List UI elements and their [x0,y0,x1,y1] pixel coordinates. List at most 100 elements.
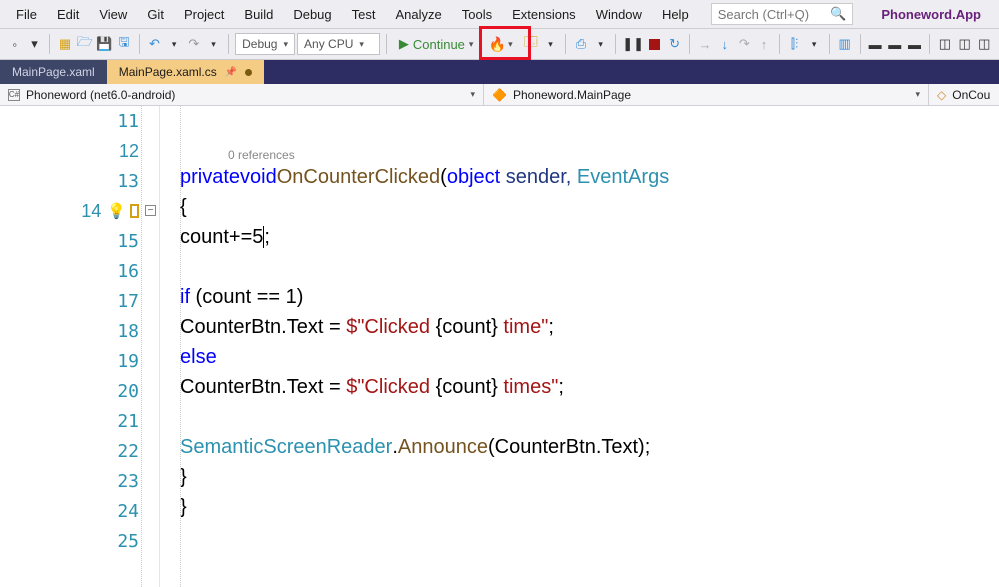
pin-icon[interactable]: 📌 [225,67,237,78]
chevron-down-icon: ▾ [470,89,475,100]
layout2-button[interactable]: ▬ [886,33,904,55]
undo-dd[interactable]: ▾ [165,33,183,55]
new-project-button[interactable]: ▦ [56,33,74,55]
menu-view[interactable]: View [89,3,137,26]
separator [386,34,387,54]
step-into-button[interactable]: ↓ [716,33,734,55]
menu-bar: File Edit View Git Project Build Debug T… [0,0,999,28]
code-line: } [160,462,999,492]
menu-window[interactable]: Window [586,3,652,26]
separator [49,34,50,54]
csharp-icon: C# [8,89,20,101]
menu-git[interactable]: Git [137,3,174,26]
window2-button[interactable]: ◫ [956,33,974,55]
breadcrumb-class[interactable]: 🔶 Phoneword.MainPage ▾ [484,84,929,105]
step-next-button[interactable]: → [696,33,714,55]
menu-edit[interactable]: Edit [47,3,89,26]
class-icon: 🔶 [492,88,507,102]
code-line: private void OnCounterClicked(object sen… [160,162,999,192]
chevron-down-icon: ▾ [508,39,513,50]
tab-label: MainPage.xaml [12,65,95,79]
separator [860,34,861,54]
step-over-button[interactable]: ↷ [736,33,754,55]
search-placeholder: Search (Ctrl+Q) [718,7,809,22]
live-tree-dd[interactable]: ▾ [805,33,823,55]
chevron-down-icon: ▾ [915,89,920,100]
code-line [160,522,999,552]
line-number: 20 [0,376,159,406]
method-icon: ◇ [937,88,946,102]
project-selector[interactable]: Phoneword.App [869,7,993,22]
nav-back-button[interactable]: ◦ [6,33,24,55]
separator [228,34,229,54]
code-line: if (count == 1) [160,282,999,312]
line-number: 18 [0,316,159,346]
restart-button[interactable]: ↻ [666,33,684,55]
line-number: 15 [0,226,159,256]
codelens-references[interactable]: 0 references [160,136,999,162]
redo-button[interactable]: ↷ [185,33,203,55]
find-in-files-button[interactable]: ⎙ [572,33,590,55]
line-number: 19 [0,346,159,376]
line-number: 13 [0,166,159,196]
save-all-button[interactable]: 🖫 [115,33,133,55]
live-prop-button[interactable]: ▥ [836,33,854,55]
code-line [160,252,999,282]
save-button[interactable]: 💾 [95,33,113,55]
open-file-button[interactable]: 🗁 [76,33,94,55]
line-number: 21 [0,406,159,436]
code-editor[interactable]: 11 12− 13 14💡 15 16 17 18 19 20 21 22 23… [0,106,999,587]
layout3-button[interactable]: ▬ [906,33,924,55]
separator [139,34,140,54]
nav-fwd-button[interactable]: ▾ [26,33,44,55]
pause-button[interactable]: ❚❚ [622,33,644,55]
menu-extensions[interactable]: Extensions [502,3,586,26]
menu-build[interactable]: Build [234,3,283,26]
indent-guide [180,106,181,587]
search-input[interactable]: Search (Ctrl+Q) 🔍 [711,3,854,25]
menu-test[interactable]: Test [342,3,386,26]
code-area[interactable]: 0 references private void OnCounterClick… [160,106,999,587]
undo-button[interactable]: ↶ [146,33,164,55]
tab-label: MainPage.xaml.cs [119,65,217,79]
separator [615,34,616,54]
menu-debug[interactable]: Debug [283,3,341,26]
platform-dropdown[interactable]: Any CPU▾ [297,33,380,55]
find-dd[interactable]: ▾ [592,33,610,55]
line-number: 17 [0,286,159,316]
layout1-button[interactable]: ▬ [866,33,884,55]
separator [779,34,780,54]
window1-button[interactable]: ◫ [936,33,954,55]
code-line [160,106,999,136]
configuration-label: Debug [242,37,277,51]
document-tabs: MainPage.xaml MainPage.xaml.cs 📌 [0,60,999,84]
breadcrumb-member[interactable]: ◇ OnCounterClicked(ob [929,84,999,105]
live-tree-button[interactable]: ⫿⫶ [786,33,804,55]
menu-file[interactable]: File [6,3,47,26]
menu-help[interactable]: Help [652,3,699,26]
play-icon: ▶ [399,36,409,52]
code-line: CounterBtn.Text = $"Clicked {count} time… [160,372,999,402]
hot-reload-button[interactable]: 🔥 ▾ [481,28,520,60]
window3-button[interactable]: ◫ [975,33,993,55]
code-line: SemanticScreenReader.Announce(CounterBtn… [160,432,999,462]
redo-dd[interactable]: ▾ [205,33,223,55]
code-line: } [160,492,999,522]
stop-button[interactable] [646,33,664,55]
breadcrumb: C# Phoneword (net6.0-android) ▾ 🔶 Phonew… [0,84,999,106]
tab-mainpage-xaml[interactable]: MainPage.xaml [0,60,107,84]
tab-mainpage-xaml-cs[interactable]: MainPage.xaml.cs 📌 [107,60,265,84]
lightbulb-icon[interactable]: 💡 [107,202,126,220]
continue-button[interactable]: ▶ Continue ▾ [393,33,480,55]
browse-button[interactable]: 🗔 [522,33,540,55]
browse-dd[interactable]: ▾ [542,33,560,55]
menu-project[interactable]: Project [174,3,234,26]
stop-icon [649,39,660,50]
menu-tools[interactable]: Tools [452,3,502,26]
platform-label: Any CPU [304,37,353,51]
step-out-button[interactable]: ↑ [755,33,773,55]
search-icon: 🔍 [830,6,846,22]
menu-analyze[interactable]: Analyze [385,3,451,26]
configuration-dropdown[interactable]: Debug▾ [235,33,295,55]
breadcrumb-scope[interactable]: C# Phoneword (net6.0-android) ▾ [0,84,484,105]
